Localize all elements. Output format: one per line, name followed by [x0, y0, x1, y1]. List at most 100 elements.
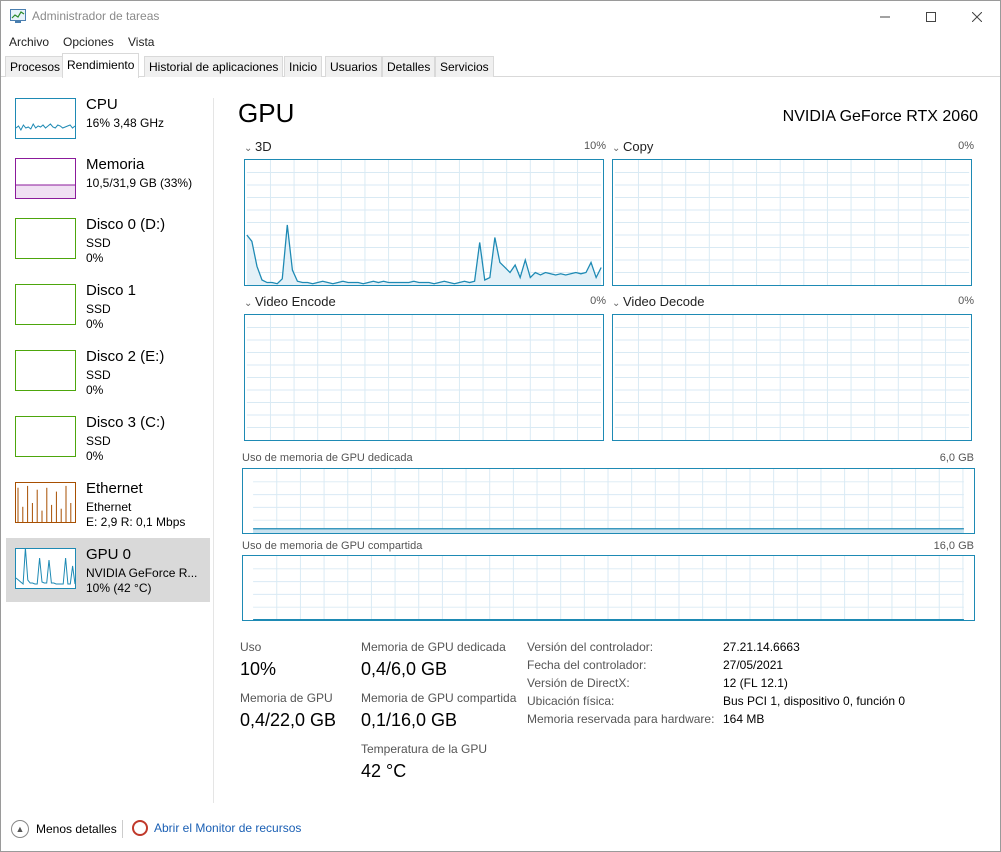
title-bar: Administrador de tareas	[1, 1, 1000, 32]
minimize-button[interactable]	[862, 1, 908, 32]
engine-graph-3d	[244, 159, 604, 286]
footer-separator	[122, 820, 123, 838]
page-title: GPU	[238, 98, 295, 128]
engine-selector-video-decode[interactable]: ⌄ Video Decode	[612, 294, 704, 309]
engine-usage-area	[246, 224, 602, 285]
sidebar-item-name: CPU	[86, 96, 118, 113]
menu-bar: Archivo Opciones Vista	[1, 32, 1000, 52]
chevron-down-icon: ⌄	[612, 143, 621, 154]
driver-version-label: Versión del controlador:	[527, 640, 654, 654]
cpu-thumbnail-graph	[15, 98, 76, 139]
thumbnail-border	[15, 350, 76, 391]
sidebar-item-disco-1[interactable]: Disco 1 SSD 0%	[6, 274, 210, 338]
engine-selector-video-encode[interactable]: ⌄ Video Encode	[244, 294, 336, 309]
reserved-memory-value: 164 MB	[723, 712, 765, 726]
engine-percent: 0%	[958, 140, 974, 152]
sidebar-item-usage: 0%	[86, 449, 104, 463]
disk2-thumbnail-graph	[15, 350, 76, 391]
close-icon	[972, 11, 982, 22]
sidebar-item-type: SSD	[86, 368, 111, 382]
sidebar-item-cpu[interactable]: CPU 16% 3,48 GHz	[6, 88, 210, 152]
gpu-memory-value: 0,4/22,0 GB	[240, 710, 337, 730]
maximize-button[interactable]	[908, 1, 954, 32]
engine-selector-copy[interactable]: ⌄ Copy	[612, 139, 653, 154]
gpu-model-name: NVIDIA GeForce RTX 2060	[782, 108, 978, 125]
engine-label: 3D	[255, 139, 272, 154]
menu-vista[interactable]: Vista	[128, 35, 154, 49]
dedicated-memory-graph	[242, 468, 975, 534]
dedicated-memory-max: 6,0 GB	[939, 452, 974, 464]
shared-memory-stat-label: Memoria de GPU compartida	[361, 691, 517, 705]
engine-label: Copy	[623, 139, 654, 154]
physical-location-label: Ubicación física:	[527, 694, 615, 708]
less-details-label: Menos detalles	[36, 822, 117, 836]
tab-detalles[interactable]: Detalles	[382, 56, 436, 77]
directx-version-value: 12 (FL 12.1)	[723, 676, 788, 690]
sidebar-item-type: Ethernet	[86, 500, 132, 514]
gpu-thumbnail-graph	[15, 548, 76, 589]
driver-date-label: Fecha del controlador:	[527, 658, 647, 672]
resource-monitor-link[interactable]: Abrir el Monitor de recursos	[132, 820, 301, 836]
sidebar-item-usage: 0%	[86, 251, 104, 265]
engine-label: Video Encode	[255, 294, 336, 309]
shared-memory-graph	[242, 555, 975, 621]
sidebar-item-name: Memoria	[86, 156, 145, 173]
tab-inicio[interactable]: Inicio	[284, 56, 323, 77]
disk1-thumbnail-graph	[15, 284, 76, 325]
close-button[interactable]	[954, 1, 1000, 32]
shared-memory-max: 16,0 GB	[933, 540, 974, 552]
shared-memory-stat-value: 0,1/16,0 GB	[361, 710, 458, 730]
usage-label: Uso	[240, 640, 262, 654]
engine-percent: 0%	[590, 295, 606, 307]
menu-archivo[interactable]: Archivo	[9, 35, 49, 49]
sidebar-item-name: Ethernet	[86, 480, 143, 497]
resource-monitor-label: Abrir el Monitor de recursos	[154, 821, 302, 835]
dedicated-memory-stat-label: Memoria de GPU dedicada	[361, 640, 506, 654]
thumbnail-border	[15, 218, 76, 259]
resource-monitor-icon	[132, 820, 148, 836]
directx-version-label: Versión de DirectX:	[527, 676, 630, 690]
driver-date-value: 27/05/2021	[723, 658, 784, 672]
less-details-button[interactable]: ▲ Menos detalles	[11, 820, 117, 838]
sidebar-item-model: NVIDIA GeForce R...	[86, 566, 198, 580]
minimize-icon	[880, 16, 890, 17]
engine-percent: 0%	[958, 295, 974, 307]
temperature-label: Temperatura de la GPU	[361, 742, 488, 756]
temperature-value: 42 °C	[361, 761, 407, 781]
engine-selector-3d[interactable]: ⌄ 3D	[244, 139, 272, 154]
driver-version-value: 27.21.14.6663	[723, 640, 800, 654]
sidebar-item-gpu-0[interactable]: GPU 0 NVIDIA GeForce R... 10% (42 °C)	[6, 538, 210, 602]
tab-usuarios[interactable]: Usuarios	[325, 56, 383, 77]
maximize-icon	[926, 11, 936, 22]
chevron-down-icon: ⌄	[244, 143, 253, 154]
sidebar-item-memoria[interactable]: Memoria 10,5/31,9 GB (33%)	[6, 148, 210, 212]
menu-opciones[interactable]: Opciones	[63, 35, 114, 49]
sidebar-item-disco-3[interactable]: Disco 3 (C:) SSD 0%	[6, 406, 210, 470]
sidebar-item-ethernet[interactable]: Ethernet Ethernet E: 2,9 R: 0,1 Mbps	[6, 472, 210, 536]
tab-rendimiento[interactable]: Rendimiento	[62, 53, 140, 78]
engine-percent: 10%	[583, 140, 606, 152]
tab-historial[interactable]: Historial de aplicaciones	[144, 56, 284, 77]
sidebar-item-disco-0[interactable]: Disco 0 (D:) SSD 0%	[6, 208, 210, 272]
thumbnail-border	[15, 284, 76, 325]
engine-label: Video Decode	[623, 294, 705, 309]
sidebar-item-name: Disco 0 (D:)	[86, 216, 166, 233]
chevron-down-icon: ⌄	[244, 298, 253, 309]
sidebar-item-name: Disco 1	[86, 282, 137, 299]
engine-graph-copy	[612, 159, 972, 286]
task-manager-app-icon	[10, 9, 26, 23]
physical-location-value: Bus PCI 1, dispositivo 0, función 0	[723, 694, 906, 708]
dedicated-memory-label: Uso de memoria de GPU dedicada	[242, 452, 413, 464]
engine-graph-video-encode	[244, 314, 604, 441]
sidebar-item-type: SSD	[86, 302, 111, 316]
sidebar-item-disco-2[interactable]: Disco 2 (E:) SSD 0%	[6, 340, 210, 404]
window-title: Administrador de tareas	[32, 9, 160, 23]
sidebar-item-throughput: E: 2,9 R: 0,1 Mbps	[86, 515, 186, 529]
tab-procesos[interactable]: Procesos	[5, 56, 66, 77]
ethernet-thumbnail-graph	[15, 482, 76, 523]
thumbnail-border	[15, 416, 76, 457]
usage-value: 10%	[240, 659, 277, 679]
tab-servicios[interactable]: Servicios	[435, 56, 494, 77]
sidebar-item-usage: 0%	[86, 383, 104, 397]
gpu-detail-panel: GPU NVIDIA GeForce RTX 2060 ⌄ 3D 10% ⌄ Cop…	[214, 78, 1000, 808]
